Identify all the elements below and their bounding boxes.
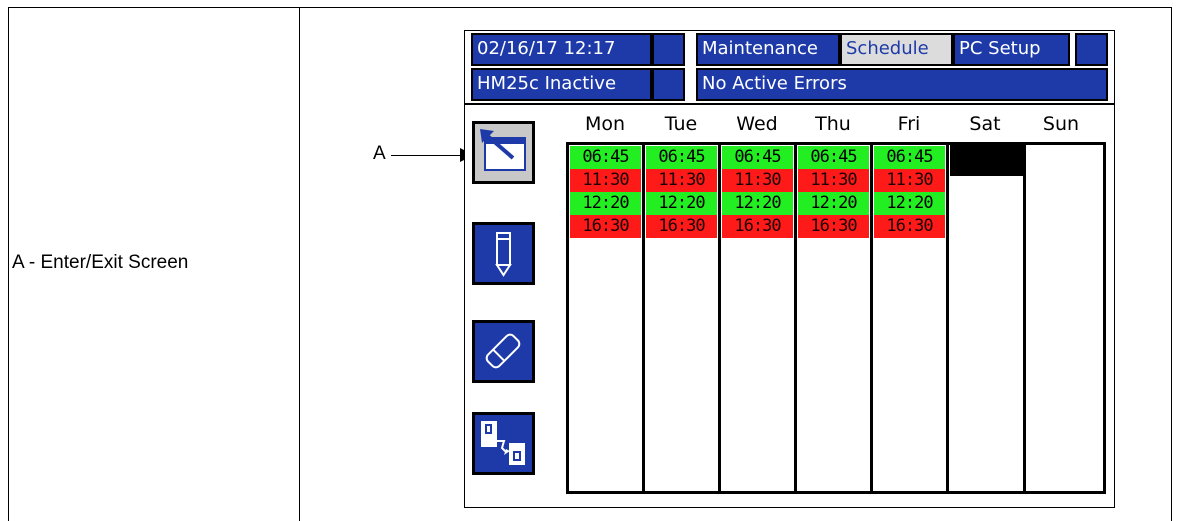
slot-wed-on-1[interactable]: 06:45 [722, 146, 793, 169]
error-status: No Active Errors [696, 68, 1108, 101]
day-header-fri: Fri [897, 113, 921, 135]
blank-header-cell-2 [1075, 33, 1108, 66]
blank-status-cell [652, 68, 685, 101]
column-divider [642, 145, 645, 491]
slot-tue-on-2[interactable]: 12:20 [646, 192, 717, 215]
tab-schedule[interactable]: Schedule [840, 33, 953, 66]
sat-slot-divider [950, 174, 1025, 176]
day-header-tue: Tue [664, 113, 698, 135]
tab-pc-setup[interactable]: PC Setup [953, 33, 1070, 66]
slot-fri-on-1[interactable]: 06:45 [874, 146, 945, 169]
slot-wed-on-2[interactable]: 12:20 [722, 192, 793, 215]
day-header-sun: Sun [1042, 113, 1080, 135]
slot-fri-on-2[interactable]: 12:20 [874, 192, 945, 215]
column-divider [794, 145, 797, 491]
header-divider [465, 103, 1114, 105]
day-header-thu: Thu [815, 113, 851, 135]
display-header: 02/16/17 12:17 Maintenance Schedule PC S… [465, 31, 1114, 104]
erase-button[interactable] [472, 320, 535, 383]
table-column-divider [299, 7, 300, 521]
schedule-grid[interactable]: 06:45 11:30 12:20 16:30 06:45 11:30 12:2… [566, 142, 1106, 494]
slot-fri-off-2[interactable]: 16:30 [874, 215, 945, 238]
column-divider [718, 145, 721, 491]
system-status: HM25c Inactive [471, 68, 652, 101]
callout-arrow-line [391, 155, 463, 156]
callout-label: A [373, 143, 386, 164]
tab-maintenance[interactable]: Maintenance [696, 33, 840, 66]
copy-day-icon [481, 421, 525, 465]
column-divider [1023, 145, 1026, 491]
datetime-field: 02/16/17 12:17 [471, 33, 652, 66]
slot-tue-off-2[interactable]: 16:30 [646, 215, 717, 238]
copy-button[interactable] [472, 412, 535, 475]
day-header-wed: Wed [736, 113, 778, 135]
table-top-border [8, 7, 1172, 8]
blank-header-cell-1 [652, 33, 685, 66]
slot-mon-off-2[interactable]: 16:30 [570, 215, 641, 238]
enter-exit-screen-button[interactable] [472, 121, 535, 184]
caption-enter-exit-screen: A - Enter/Exit Screen [12, 252, 189, 273]
table-right-border [1171, 7, 1172, 521]
slot-thu-off-2[interactable]: 16:30 [798, 215, 869, 238]
slot-wed-off-1[interactable]: 11:30 [722, 169, 793, 192]
edit-button[interactable] [472, 222, 535, 285]
slot-fri-off-1[interactable]: 11:30 [874, 169, 945, 192]
slot-tue-on-1[interactable]: 06:45 [646, 146, 717, 169]
enter-exit-icon [480, 129, 526, 171]
table-left-border [8, 7, 9, 521]
day-header-sat: Sat [969, 113, 1001, 135]
slot-thu-on-1[interactable]: 06:45 [798, 146, 869, 169]
slot-mon-off-1[interactable]: 11:30 [570, 169, 641, 192]
column-divider [946, 145, 949, 491]
slot-mon-on-2[interactable]: 12:20 [570, 192, 641, 215]
hmi-display: 02/16/17 12:17 Maintenance Schedule PC S… [464, 30, 1115, 508]
column-divider [870, 145, 873, 491]
slot-wed-off-2[interactable]: 16:30 [722, 215, 793, 238]
day-header-mon: Mon [584, 113, 626, 135]
slot-sat-selected[interactable] [950, 145, 1025, 174]
slot-thu-on-2[interactable]: 12:20 [798, 192, 869, 215]
pencil-icon [495, 232, 512, 277]
slot-tue-off-1[interactable]: 11:30 [646, 169, 717, 192]
slot-mon-on-1[interactable]: 06:45 [570, 146, 641, 169]
eraser-icon [485, 333, 521, 369]
slot-thu-off-1[interactable]: 11:30 [798, 169, 869, 192]
